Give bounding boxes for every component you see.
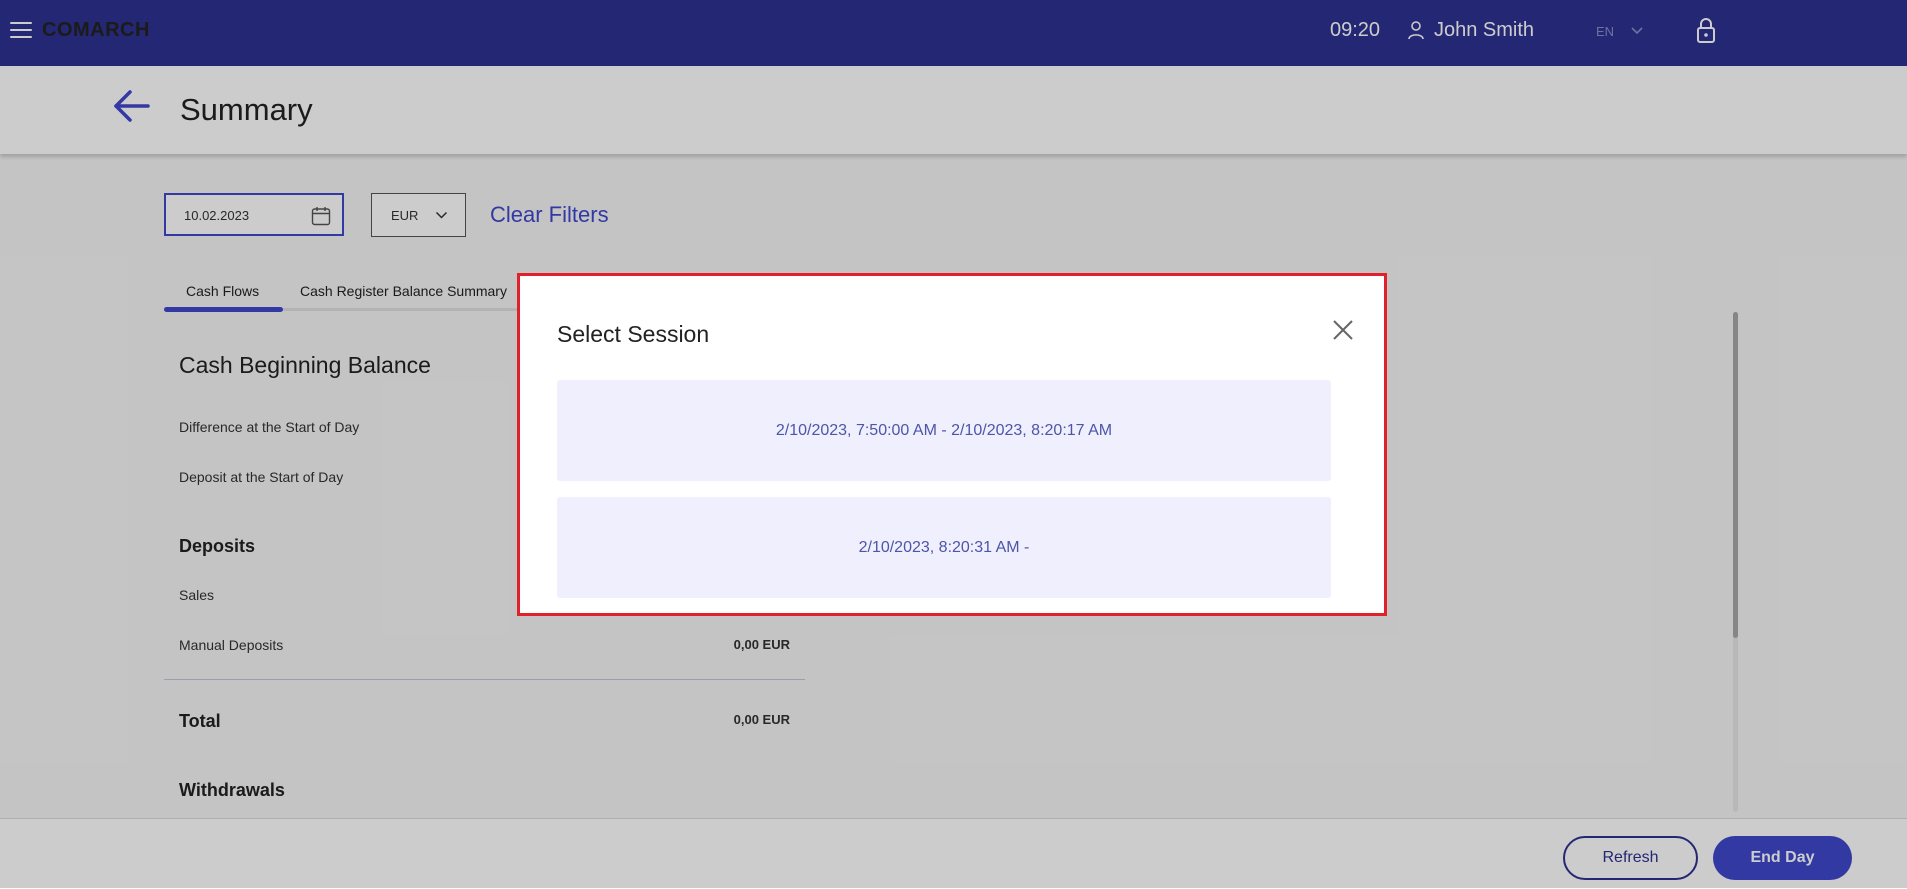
close-icon[interactable] bbox=[1332, 319, 1354, 341]
select-session-dialog: Select Session 2/10/2023, 7:50:00 AM - 2… bbox=[517, 273, 1387, 616]
dialog-title: Select Session bbox=[557, 321, 710, 347]
session-option[interactable]: 2/10/2023, 7:50:00 AM - 2/10/2023, 8:20:… bbox=[557, 380, 1331, 481]
session-option[interactable]: 2/10/2023, 8:20:31 AM - bbox=[557, 497, 1331, 598]
